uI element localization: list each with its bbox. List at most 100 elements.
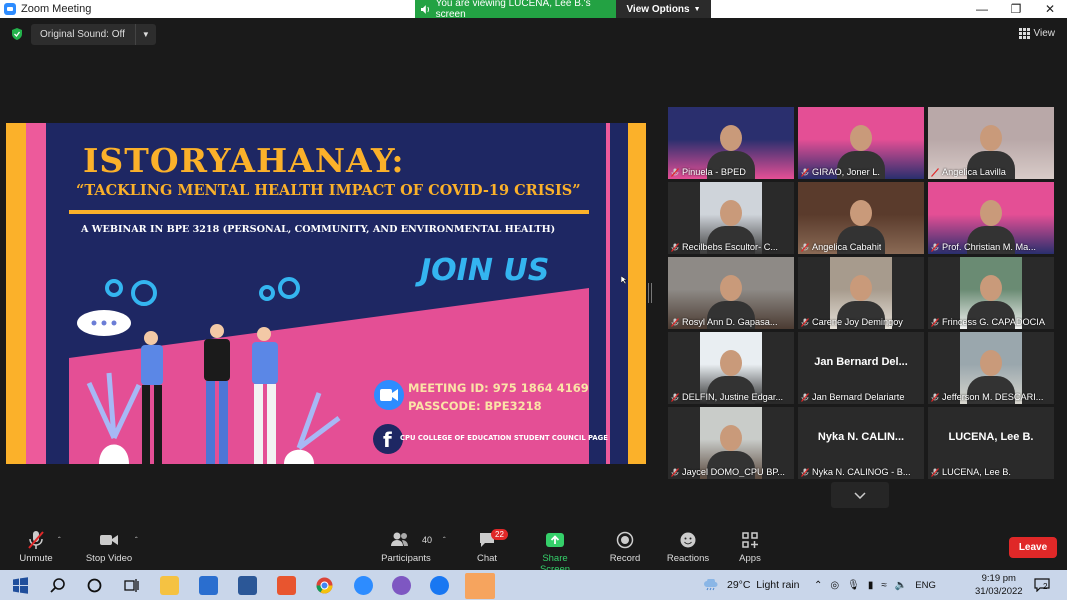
participant-tile[interactable]: Angelica Lavilla [928,107,1054,179]
apps-button[interactable]: Apps [734,530,766,564]
participant-tile[interactable]: GIRAO, Joner L. [798,107,924,179]
weather-text: 29°C Light rain [727,579,800,591]
participant-tile[interactable]: Jefferson M. DESCARI... [928,332,1054,404]
reactions-label: Reactions [666,553,710,564]
participant-name: Rosyl Ann D. Gapasa... [671,317,778,327]
cortana-icon[interactable] [85,576,104,595]
file-explorer-icon[interactable] [160,576,179,595]
participant-tile[interactable]: Carene Joy Demingoy [798,257,924,329]
task-view-icon[interactable] [122,576,141,595]
chevron-up-icon[interactable]: ⌃ [814,580,822,591]
system-tray: ⌃ ◎ 🎙 ▮ ≈ 🔈 ENG [814,570,936,600]
chrome-icon[interactable] [315,576,334,595]
word-icon[interactable] [238,576,257,595]
participant-tile[interactable]: Rosyl Ann D. Gapasa... [668,257,794,329]
search-icon[interactable] [48,576,67,595]
notification-icon [1034,578,1050,592]
participant-name: Jaycel DOMO_CPU BP... [671,467,785,477]
muted-mic-icon [801,317,809,327]
participant-tile[interactable]: Recilbebs Escultor- C... [668,182,794,254]
chevron-down-icon: ▼ [693,5,701,13]
store-icon[interactable] [199,576,218,595]
edge-icon[interactable] [465,573,495,599]
unmute-button[interactable]: Unmute [17,530,55,564]
unmute-label: Unmute [19,553,53,564]
participants-label: Participants [381,553,431,564]
chevron-down-icon[interactable]: ▼ [134,24,156,45]
app-icon[interactable] [277,576,296,595]
participant-tile[interactable]: Jan Bernard Del... Jan Bernard Delariarte [798,332,924,404]
participant-name: Pinuela - BPED [671,167,746,177]
poster-subtitle: “TACKLING MENTAL HEALTH IMPACT OF COVID-… [76,182,581,199]
poster-join: JOIN US [420,253,550,288]
chevron-up-icon[interactable]: ˆ [443,536,446,545]
language-indicator[interactable]: ENG [915,580,936,591]
gallery-scroll-down-button[interactable] [831,482,889,508]
notification-count: 2 [1043,581,1048,591]
shield-icon[interactable] [11,28,23,40]
battery-icon[interactable]: ▮ [868,580,874,591]
record-button[interactable]: Record [607,530,643,564]
volume-icon[interactable]: 🔈 [895,580,907,591]
muted-mic-icon [671,167,679,177]
stop-video-button[interactable]: Stop Video [84,530,134,564]
participant-tile[interactable]: Nyka N. CALIN... Nyka N. CALINOG - B... [798,407,924,479]
clock-date: 31/03/2022 [975,586,1023,597]
poster-passcode: PASSCODE: BPE3218 [408,399,542,413]
muted-mic-icon [931,242,939,252]
participant-tile[interactable]: LUCENA, Lee B. LUCENA, Lee B. [928,407,1054,479]
chat-unread-badge: 22 [491,529,508,540]
close-button[interactable]: ✕ [1033,0,1067,18]
splitter-handle[interactable] [648,283,652,303]
shared-screen[interactable]: f ISTORYAHANAY: “TACKLING MENTAL HEALTH … [6,123,646,464]
participant-name: Angelica Cabahit [801,242,881,252]
chevron-up-icon[interactable]: ˆ [58,536,61,545]
participant-tile[interactable]: Jaycel DOMO_CPU BP... [668,407,794,479]
participant-face [850,200,872,226]
participant-tile[interactable]: Angelica Cabahit [798,182,924,254]
microphone-icon[interactable]: 🎙 [847,580,860,591]
muted-mic-icon [931,392,939,402]
muted-mic-icon [801,167,809,177]
participant-face [850,125,872,151]
participant-tile[interactable]: Frincess G. CAPADOCIA [928,257,1054,329]
chat-label: Chat [476,553,498,564]
cursor-icon [621,276,627,284]
tray-icon[interactable]: ◎ [830,580,839,591]
original-sound-label: Original Sound: Off [40,29,125,40]
original-sound-toggle[interactable]: Original Sound: Off ▼ [31,24,156,45]
windows-start-icon[interactable] [11,576,30,595]
messenger-icon[interactable] [392,576,411,595]
participant-name-label: LUCENA, Lee B. [942,467,1011,477]
minimize-button[interactable]: — [965,0,999,18]
participant-face [980,200,1002,226]
leave-button[interactable]: Leave [1009,537,1057,558]
participant-face [720,275,742,301]
clock[interactable]: 9:19 pm 31/03/2022 [975,572,1023,598]
participant-name: Jefferson M. DESCARI... [931,392,1043,402]
participant-name: Angelica Lavilla [931,167,1006,177]
notifications-button[interactable]: 2 [1034,570,1050,600]
reactions-button[interactable]: Reactions [665,530,711,564]
chevron-up-icon[interactable]: ˆ [135,536,138,545]
title-bar: Zoom Meeting You are viewing LUCENA, Lee… [0,0,1067,20]
zoom-app-icon [4,3,16,15]
viewing-banner: You are viewing LUCENA, Lee B.'s screen … [415,0,711,20]
maximize-button[interactable]: ❐ [999,0,1033,18]
participant-name-label: Angelica Lavilla [942,167,1006,177]
zoom-taskbar-icon[interactable] [354,576,373,595]
view-button[interactable]: View [1018,28,1055,39]
view-options-button[interactable]: View Options ▼ [616,0,711,18]
participants-button[interactable]: 40 Participants [380,530,432,564]
participant-tile[interactable]: Prof. Christian M. Ma... [928,182,1054,254]
facebook-icon[interactable] [430,576,449,595]
participant-face [980,350,1002,376]
wifi-icon[interactable]: ≈ [881,580,887,591]
participant-face [720,125,742,151]
weather-widget[interactable]: 29°C Light rain [703,570,800,600]
participant-tile[interactable]: Pinuela - BPED [668,107,794,179]
participant-tile[interactable]: DELFIN, Justine Edgar... [668,332,794,404]
share-screen-button[interactable]: Share Screen [526,530,584,575]
apps-label: Apps [739,553,761,564]
participant-name-label: Pinuela - BPED [682,167,746,177]
